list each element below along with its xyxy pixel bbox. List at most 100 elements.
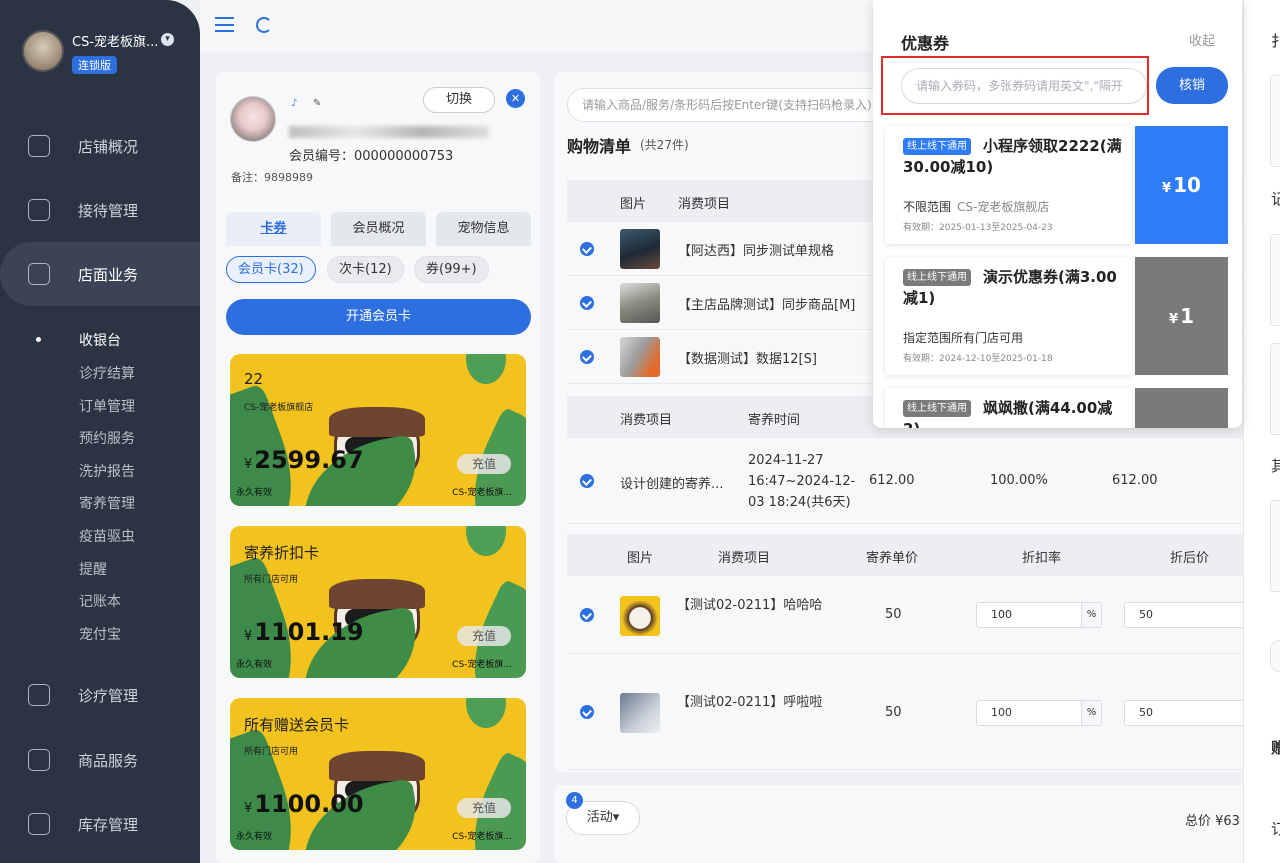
pill-coupon[interactable]: 券(99+)	[414, 256, 489, 283]
total-price: 总价 ¥63	[1185, 814, 1240, 829]
row-checkbox[interactable]	[580, 608, 594, 622]
chevron-down-icon[interactable]: ▾	[161, 33, 174, 46]
recharge-button[interactable]: 充值	[457, 454, 511, 474]
item-name: 【阿达西】同步测试单规格	[678, 244, 835, 259]
coupon-name: 演示优惠券(满3.00减1)	[903, 268, 1117, 307]
nav-item-shop-overview[interactable]: 店铺概况	[0, 114, 200, 178]
member-remark: 备注：9898989	[231, 171, 313, 184]
percent-suffix: %	[1081, 603, 1101, 627]
nav-item-inventory[interactable]: 库存管理	[0, 792, 200, 856]
discounted-price-input[interactable]: 50	[1124, 602, 1250, 628]
tab-pet-info[interactable]: 宠物信息	[436, 212, 531, 246]
sub-item-cashier[interactable]: 收银台	[79, 330, 121, 350]
card-name: 寄养折扣卡	[244, 544, 320, 562]
recharge-button[interactable]: 充值	[457, 798, 511, 818]
card-validity: 永久有效	[236, 488, 273, 498]
row-checkbox[interactable]	[580, 242, 594, 256]
checkout-panel: 扌 记 其 赠 订	[1243, 0, 1280, 863]
tab-member-overview[interactable]: 会员概况	[331, 212, 426, 246]
pill-member-card[interactable]: 会员卡(32)	[226, 256, 316, 283]
sub-item-petpay[interactable]: 宠付宝	[79, 624, 121, 644]
coupon-item[interactable]: 线上线下通用 小程序领取2222(满30.00减10) 不限范围 CS-宠老板旗舰…	[885, 126, 1228, 244]
coupon-amount: ¥1	[1135, 257, 1228, 375]
shop-avatar[interactable]	[22, 30, 64, 72]
active-dot	[36, 337, 41, 342]
panel-box[interactable]	[1270, 234, 1280, 326]
sidebar: CS-宠老板旗... ▾ 连锁版 店铺概况 接待管理 店面业务 收银台 诊疗结算…	[0, 0, 200, 863]
member-card[interactable]: 所有赠送会员卡 所有门店可用 ¥1100.00 充值 永久有效 CS-宠老板旗.…	[230, 698, 526, 850]
collapse-button[interactable]: 收起	[1189, 30, 1215, 49]
sub-item-appointments[interactable]: 预约服务	[79, 428, 135, 448]
store-icon	[28, 263, 50, 285]
member-card[interactable]: 寄养折扣卡 所有门店可用 ¥1101.19 充值 永久有效 CS-宠老板旗...	[230, 526, 526, 678]
nav-item-goods-service[interactable]: 商品服务	[0, 728, 200, 792]
table-row[interactable]: 【测试02-0211】呼啦啦 50 100% 50	[567, 654, 1257, 770]
member-card[interactable]: 22 CS-宠老板旗舰店 ¥2599.67 充值 永久有效 CS-宠老板旗...	[230, 354, 526, 506]
close-icon[interactable]: ✕	[506, 89, 525, 108]
item-name: 【测试02-0211】呼啦啦	[677, 695, 823, 710]
row-checkbox[interactable]	[580, 474, 594, 488]
card-shop: 所有门店可用	[244, 747, 299, 757]
card-validity: 永久有效	[236, 832, 273, 842]
item-name: 【数据测试】数据12[S]	[678, 352, 817, 367]
panel-button[interactable]	[1270, 640, 1280, 672]
panel-box[interactable]	[1270, 75, 1280, 167]
tab-coupons[interactable]: 卡券	[226, 212, 321, 246]
nav-item-reception[interactable]: 接待管理	[0, 178, 200, 242]
table-row[interactable]: 【测试02-0211】哈哈哈 50 100% 50	[567, 576, 1257, 654]
row-checkbox[interactable]	[580, 350, 594, 364]
coupon-item[interactable]: 线上线下通用 飒飒撒(满44.00减2)	[885, 388, 1228, 428]
sub-item-boarding[interactable]: 寄养管理	[79, 493, 135, 513]
refresh-icon[interactable]	[256, 17, 272, 33]
panel-label: 赠	[1271, 737, 1280, 758]
panel-label: 其	[1271, 455, 1280, 476]
card-validity: 永久有效	[236, 660, 273, 670]
nav-label: 店铺概况	[78, 137, 139, 156]
dashboard-icon	[28, 135, 50, 157]
recharge-button[interactable]: 充值	[457, 626, 511, 646]
sub-item-grooming-report[interactable]: 洗护报告	[79, 461, 135, 481]
coupon-item[interactable]: 线上线下通用 演示优惠券(满3.00减1) 指定范围所有门店可用 有效期：202…	[885, 257, 1228, 375]
verify-button[interactable]: 核销	[1156, 67, 1228, 104]
discount-rate-input[interactable]: 100%	[976, 700, 1102, 726]
coupon-code-input[interactable]: 请输入券码，多张券码请用英文","隔开	[901, 68, 1147, 104]
col-boarding-price: 寄养单价	[866, 551, 919, 566]
sub-item-treatment-settlement[interactable]: 诊疗结算	[79, 363, 135, 383]
coupon-amount	[1135, 388, 1228, 428]
coupon-scope: 不限范围 CS-宠老板旗舰店	[903, 200, 1050, 214]
table-header: 图片 消费项目 寄养单价 折扣率 折后价	[567, 534, 1257, 576]
discounted-price-input[interactable]: 50	[1124, 700, 1250, 726]
row-checkbox[interactable]	[580, 296, 594, 310]
item-name: 设计创建的寄养...	[620, 477, 724, 492]
panel-box[interactable]	[1270, 343, 1280, 435]
edit-icon[interactable]: ✎	[313, 98, 321, 109]
switch-member-button[interactable]: 切换	[423, 87, 495, 113]
card-shop: CS-宠老板旗舰店	[244, 403, 314, 413]
member-number: 会员编号：000000000753	[289, 149, 454, 164]
version-badge: 连锁版	[72, 56, 117, 74]
pill-count-card[interactable]: 次卡(12)	[327, 256, 404, 283]
nav-item-store-business[interactable]: 店面业务	[0, 242, 200, 306]
col-discount-rate: 折扣率	[1022, 551, 1062, 566]
open-member-card-button[interactable]: 开通会员卡	[226, 299, 531, 335]
coupon-amount: ¥10	[1135, 126, 1228, 244]
row-checkbox[interactable]	[580, 705, 594, 719]
sub-item-reminder[interactable]: 提醒	[79, 559, 107, 579]
discount-rate: 100.00%	[990, 473, 1048, 488]
col-image: 图片	[620, 197, 647, 212]
coupon-body: 线上线下通用 小程序领取2222(满30.00减10) 不限范围 CS-宠老板旗舰…	[885, 126, 1132, 244]
discount-rate-input[interactable]: 100%	[976, 602, 1102, 628]
sub-item-vaccine[interactable]: 疫苗驱虫	[79, 526, 135, 546]
panel-label: 扌	[1271, 30, 1280, 51]
menu-icon[interactable]	[215, 17, 234, 32]
col-discounted-price: 折后价	[1170, 551, 1210, 566]
product-image	[620, 283, 660, 323]
product-search-input[interactable]: 请输入商品/服务/条形码后按Enter键(支持扫码枪录入)	[567, 88, 897, 122]
shop-name[interactable]: CS-宠老板旗...	[72, 31, 158, 50]
panel-box[interactable]	[1270, 500, 1280, 592]
sub-item-ledger[interactable]: 记账本	[79, 591, 121, 611]
table-row[interactable]: 设计创建的寄养... 2024-11-27 16:47~2024-12-03 1…	[567, 438, 1257, 524]
nav-item-medical[interactable]: 诊疗管理	[0, 663, 200, 727]
nav-label: 接待管理	[78, 201, 139, 220]
sub-item-orders[interactable]: 订单管理	[79, 396, 135, 416]
